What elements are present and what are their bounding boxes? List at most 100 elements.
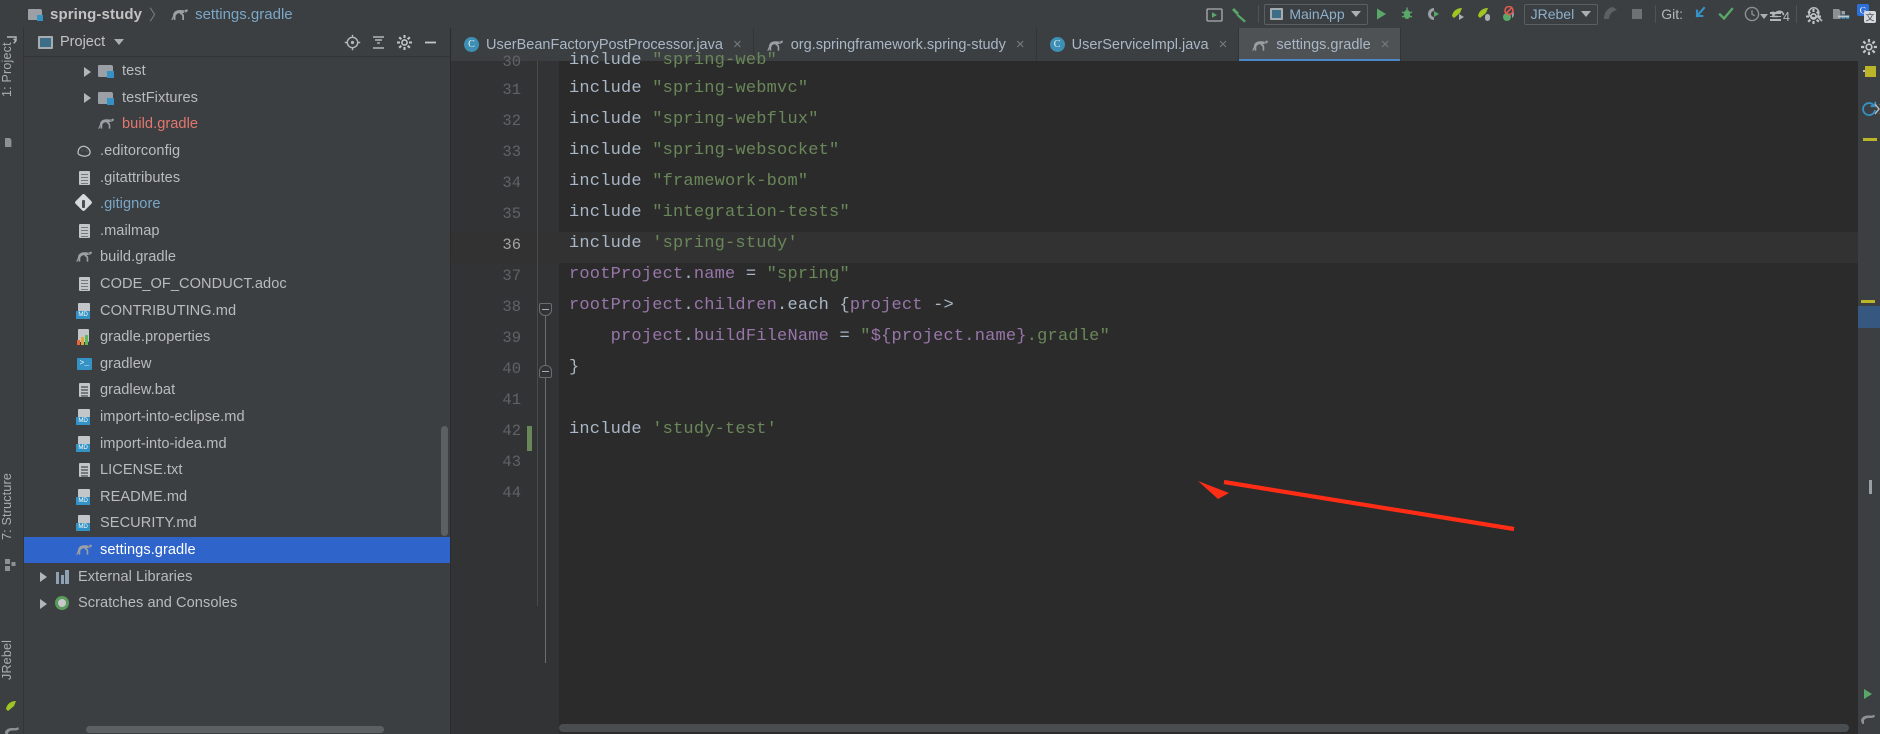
expand-arrow-icon[interactable] xyxy=(38,571,49,583)
debug-icon[interactable] xyxy=(1394,1,1420,27)
tree-item-gradlew[interactable]: >_ gradlew xyxy=(24,351,451,378)
code-line[interactable]: rootProject.children.each {project -> xyxy=(569,296,954,315)
editor-tab-settings-gradle[interactable]: settings.gradle × xyxy=(1239,28,1402,61)
code-line[interactable]: include "framework-bom" xyxy=(569,172,808,191)
gradle-small-icon[interactable] xyxy=(1860,712,1876,730)
code-line[interactable]: include "integration-tests" xyxy=(569,203,850,222)
code-line[interactable]: include "spring-webflux" xyxy=(569,110,819,129)
tree-item-testfixtures[interactable]: testFixtures xyxy=(24,85,451,112)
hide-panel-icon[interactable] xyxy=(417,29,443,55)
tree-item-gitattributes[interactable]: .gitattributes xyxy=(24,164,451,191)
list-lines-icon xyxy=(1770,12,1782,21)
tree-item-test[interactable]: test xyxy=(24,58,451,85)
tree-item-import-into-idea-md[interactable]: MD import-into-idea.md xyxy=(24,430,451,457)
tree-item-gradle-properties[interactable]: gradle.properties xyxy=(24,324,451,351)
editor-horizontal-scrollbar[interactable] xyxy=(559,724,1849,732)
sidebar-tab-structure[interactable]: 7: Structure xyxy=(0,460,24,552)
code-line[interactable]: include 'spring-study' xyxy=(569,234,798,253)
run-icon[interactable] xyxy=(1368,1,1394,27)
jrebel-debug-icon[interactable] xyxy=(1472,1,1498,27)
tree-item-gitignore[interactable]: .gitignore xyxy=(24,191,451,218)
expand-arrow-icon[interactable] xyxy=(38,598,49,609)
tree-item-build-gradle[interactable]: build.gradle xyxy=(24,111,451,138)
stop-icon[interactable] xyxy=(1624,1,1650,27)
expand-arrow-icon[interactable] xyxy=(82,92,93,104)
code-line[interactable]: include "spring-websocket" xyxy=(569,141,839,160)
inspection-info-stripe[interactable] xyxy=(1858,306,1880,328)
markdown-file-icon: MD xyxy=(76,435,93,452)
breadcrumb-project[interactable]: spring-study xyxy=(50,6,142,23)
tree-item-license-txt[interactable]: LICENSE.txt xyxy=(24,457,451,484)
code-line[interactable]: } xyxy=(569,358,579,377)
tree-item-label: CODE_OF_CONDUCT.adoc xyxy=(100,276,287,293)
hide-editor-icon[interactable] xyxy=(1828,2,1858,32)
jrebel-selector[interactable]: JRebel xyxy=(1523,3,1599,25)
attach-profiler-icon[interactable] xyxy=(1598,1,1624,27)
chevron-down-icon[interactable] xyxy=(1350,11,1361,17)
tree-item-scratches-and-consoles[interactable]: Scratches and Consoles xyxy=(24,590,451,617)
settings-gear-icon[interactable] xyxy=(391,29,417,55)
code-line[interactable]: rootProject.name = "spring" xyxy=(569,265,850,284)
tab-list-icon[interactable]: 4 xyxy=(1752,10,1798,24)
tree-item-label: .editorconfig xyxy=(100,143,181,160)
run-with-coverage-icon[interactable] xyxy=(1420,1,1446,27)
chevron-down-icon[interactable] xyxy=(1581,11,1592,17)
tree-item-editorconfig[interactable]: .editorconfig xyxy=(24,138,451,165)
close-icon[interactable]: × xyxy=(1381,37,1390,52)
inspection-warning-marker[interactable] xyxy=(1865,66,1876,77)
tree-item-external-libraries[interactable]: External Libraries xyxy=(24,563,451,590)
expand-right-icon[interactable] xyxy=(1870,100,1880,118)
scroll-thumb[interactable] xyxy=(559,724,1849,732)
libraries-icon xyxy=(54,569,71,585)
fold-collapse-marker[interactable] xyxy=(539,303,552,316)
tree-item-readme-md[interactable]: MD README.md xyxy=(24,484,451,511)
jrebel-disabled-icon[interactable] xyxy=(1498,1,1524,27)
jrebel-run-icon[interactable] xyxy=(1446,1,1472,27)
code-line[interactable]: project.buildFileName = "${project.name}… xyxy=(569,327,1110,346)
project-horizontal-scrollbar[interactable] xyxy=(24,724,451,734)
sidebar-tab-jrebel[interactable]: JRebel xyxy=(0,626,24,694)
chevron-down-icon[interactable] xyxy=(114,39,125,45)
collapse-all-icon[interactable] xyxy=(365,29,391,55)
tree-item-label: .mailmap xyxy=(100,222,160,239)
editor-fold-strip[interactable] xyxy=(537,61,559,734)
scroll-thumb[interactable] xyxy=(86,726,384,733)
build-hammer-icon[interactable] xyxy=(1227,1,1253,27)
expand-arrow-icon[interactable] xyxy=(82,66,93,77)
tree-item-label: SECURITY.md xyxy=(100,515,197,532)
run-small-icon[interactable] xyxy=(1860,687,1876,706)
line-number: 39 xyxy=(502,329,521,347)
close-icon[interactable]: × xyxy=(1219,37,1228,52)
inspection-warning-stripe[interactable] xyxy=(1863,138,1877,141)
breadcrumb-file[interactable]: settings.gradle xyxy=(195,6,293,23)
update-project-icon[interactable] xyxy=(1687,1,1713,27)
inspection-warning-stripe[interactable] xyxy=(1861,300,1875,303)
code-editor[interactable]: 30 include "spring-web" 31 include "spring-… xyxy=(451,51,1880,734)
commit-icon[interactable] xyxy=(1713,1,1739,27)
editor-tab-userserviceimpl-java[interactable]: C UserServiceImpl.java × xyxy=(1037,28,1240,61)
tree-item-security-md[interactable]: MD SECURITY.md xyxy=(24,510,451,537)
project-file-tree[interactable]: test testFixtures build.gradle .editorconfi… xyxy=(24,57,451,617)
close-icon[interactable]: × xyxy=(733,37,742,52)
code-line[interactable]: include "spring-webmvc" xyxy=(569,79,808,98)
code-line[interactable]: include 'study-test' xyxy=(569,420,777,439)
run-with-coverage-icon[interactable] xyxy=(1201,1,1227,27)
close-icon[interactable]: × xyxy=(1016,37,1025,52)
settings-gear-icon[interactable] xyxy=(1798,2,1828,32)
editorconfig-icon xyxy=(76,143,93,159)
sidebar-tab-project[interactable]: 1: Project xyxy=(0,30,24,110)
settings-gear-icon[interactable] xyxy=(1860,38,1878,56)
code-line[interactable]: include "spring-web" xyxy=(569,51,777,70)
tree-item-code-of-conduct-adoc[interactable]: CODE_OF_CONDUCT.adoc xyxy=(24,271,451,298)
tree-item-mailmap[interactable]: .mailmap xyxy=(24,218,451,245)
tree-item-import-into-eclipse-md[interactable]: MD import-into-eclipse.md xyxy=(24,404,451,431)
tree-item-gradlew-bat[interactable]: gradlew.bat xyxy=(24,377,451,404)
tree-item-contributing-md[interactable]: MD CONTRIBUTING.md xyxy=(24,297,451,324)
fold-collapse-marker[interactable] xyxy=(539,365,552,378)
tree-item-settings-gradle[interactable]: settings.gradle xyxy=(24,536,451,564)
select-opened-file-icon[interactable] xyxy=(339,29,365,55)
project-tree-scrollbar[interactable] xyxy=(441,426,448,536)
editor-tab-org-springframework-spring-study[interactable]: org.springframework.spring-study × xyxy=(754,28,1037,61)
run-configuration-selector[interactable]: MainApp xyxy=(1264,3,1368,25)
tree-item-build-gradle[interactable]: build.gradle xyxy=(24,244,451,271)
